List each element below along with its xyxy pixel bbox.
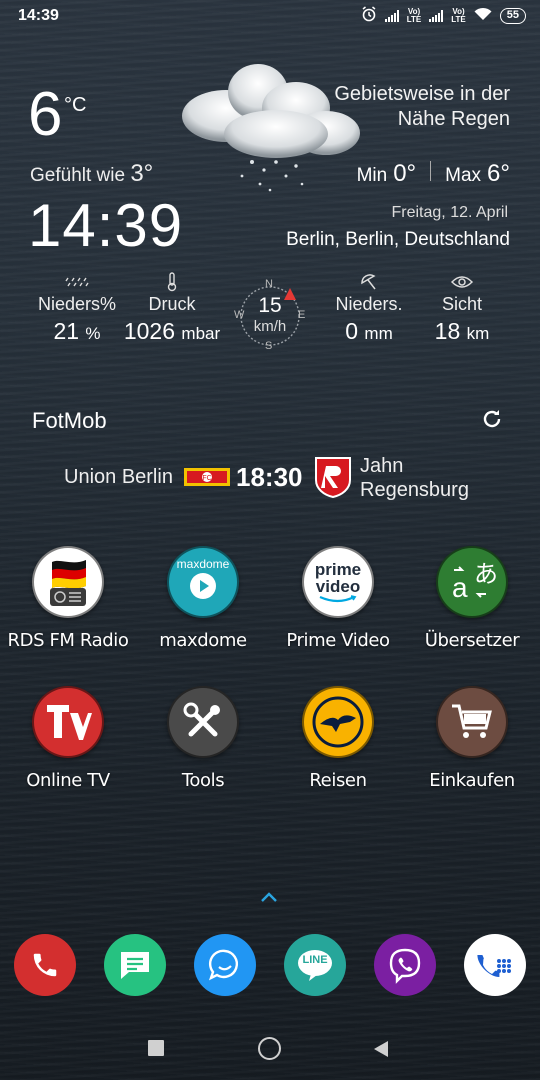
lte-icon: Vo) LTE <box>451 6 466 24</box>
feels-like-label: Gefühlt wie <box>30 165 126 186</box>
wifi-icon <box>474 7 492 24</box>
translate-icon: a あ <box>436 546 508 618</box>
wind-speed: 15 <box>258 294 282 317</box>
status-time: 14:39 <box>18 7 59 24</box>
dock-line-app[interactable]: LINE <box>284 934 346 996</box>
dock-viber-app[interactable] <box>374 934 436 996</box>
eye-icon <box>420 272 504 292</box>
app-label: Online TV <box>26 770 110 791</box>
home-button[interactable] <box>258 1037 281 1060</box>
recents-button[interactable] <box>148 1040 164 1056</box>
visibility-label: Sicht <box>441 294 483 314</box>
compass-s: S <box>265 340 273 352</box>
app-translate[interactable]: a あ Übersetzer <box>405 546 539 651</box>
visibility-value: 18 <box>434 318 461 344</box>
wrench-screwdriver-icon <box>167 686 239 758</box>
away-team-line2: Regensburg <box>360 479 469 501</box>
app-reisen[interactable]: Reisen <box>271 686 405 791</box>
min-label: Min <box>356 165 388 186</box>
kickoff-time: 18:30 <box>236 462 303 492</box>
min-max-temperature: Min 0° Max 6° <box>357 160 510 188</box>
app-online-tv[interactable]: Online TV <box>1 686 135 791</box>
navigation-bar <box>0 1024 540 1074</box>
app-label: Übersetzer <box>424 630 520 651</box>
message-icon <box>121 952 149 979</box>
max-value: 6° <box>487 160 510 187</box>
app-label: Tools <box>181 770 225 791</box>
app-label: maxdome <box>159 630 247 651</box>
pressure-value: 1026 <box>123 318 176 344</box>
divider <box>430 161 432 181</box>
precip-probability-unit: % <box>85 324 101 343</box>
dock-chat-app[interactable] <box>194 934 256 996</box>
feels-like: Gefühlt wie 3° <box>30 160 153 188</box>
refresh-icon[interactable] <box>480 407 504 436</box>
precip-probability-value: 21 <box>53 318 80 344</box>
jahn-regensburg-crest-icon <box>314 456 352 503</box>
precipitation-label: Nieders. <box>335 294 403 314</box>
battery-icon: 55 <box>499 7 526 24</box>
back-button[interactable] <box>372 1039 390 1064</box>
alarm-icon <box>361 6 377 25</box>
prime-video-icon: prime video <box>302 546 374 618</box>
precipitation: Nieders. 0 mm <box>324 272 414 345</box>
fotmob-widget-title[interactable]: FotMob <box>32 408 107 434</box>
thermometer-icon <box>114 272 230 292</box>
svg-text:FC: FC <box>202 475 211 482</box>
visibility-unit: km <box>466 324 490 343</box>
feels-like-value: 3° <box>130 160 154 187</box>
home-team-name: Union Berlin <box>64 466 173 488</box>
weather-condition: Gebietsweise in der Nähe Regen <box>334 83 510 130</box>
current-temperature: 6 <box>28 80 63 149</box>
status-icons: Vo) LTE Vo) LTE 55 <box>361 6 526 25</box>
viber-icon <box>389 948 421 984</box>
radio-icon <box>32 546 104 618</box>
app-rds-fm-radio[interactable]: RDS FM Radio <box>1 546 135 651</box>
lte-icon: Vo) LTE <box>406 6 422 24</box>
wind-unit: km/h <box>253 318 287 335</box>
away-team-line1: Jahn <box>360 455 404 477</box>
tv-icon <box>32 686 104 758</box>
precipitation-value: 0 <box>345 318 359 344</box>
app-drawer-chevron-up-icon[interactable] <box>258 890 280 909</box>
precip-probability: Nieders% 21 % <box>32 272 122 345</box>
lufthansa-crane-icon <box>302 686 374 758</box>
umbrella-icon <box>324 272 414 292</box>
pressure-label: Druck <box>148 294 196 314</box>
away-team-name: Jahn Regensburg <box>360 454 469 502</box>
wind-compass: N S W E 15 km/h <box>234 278 305 352</box>
app-label: Einkaufen <box>429 770 515 791</box>
dialpad-phone-icon <box>477 955 511 977</box>
compass-n: N <box>265 278 273 290</box>
app-einkaufen[interactable]: Einkaufen <box>405 686 539 791</box>
widget-clock[interactable]: 14:39 <box>28 196 183 256</box>
visibility: Sicht 18 km <box>420 272 504 345</box>
shopping-cart-icon <box>436 686 508 758</box>
max-label: Max <box>445 165 482 186</box>
dock-phone-app[interactable] <box>14 934 76 996</box>
app-label: Prime Video <box>286 630 390 651</box>
phone-icon <box>33 953 57 977</box>
min-value: 0° <box>393 160 417 187</box>
maxdome-icon: maxdome <box>167 546 239 618</box>
dock-dialer-app[interactable] <box>464 934 526 996</box>
dock-messages-app[interactable] <box>104 934 166 996</box>
app-prime-video[interactable]: prime video Prime Video <box>271 546 405 651</box>
temperature-unit: °C <box>64 94 87 116</box>
app-label: Reisen <box>309 770 367 791</box>
pressure-unit: mbar <box>181 324 221 343</box>
signal-icon <box>384 9 399 22</box>
union-berlin-crest-icon: FC <box>184 466 230 493</box>
precipitation-unit: mm <box>364 324 393 343</box>
precip-probability-label: Nieders% <box>37 294 117 314</box>
app-maxdome[interactable]: maxdome maxdome <box>136 546 270 651</box>
weather-location[interactable]: Berlin, Berlin, Deutschland <box>286 229 510 251</box>
pressure: Druck 1026 mbar <box>114 272 230 345</box>
app-tools[interactable]: Tools <box>136 686 270 791</box>
rain-drops-icon <box>32 272 122 292</box>
weather-date: Freitag, 12. April <box>391 204 509 221</box>
signal-icon <box>429 9 444 22</box>
chat-bubble-icon <box>208 949 238 981</box>
app-label: RDS FM Radio <box>7 630 129 651</box>
